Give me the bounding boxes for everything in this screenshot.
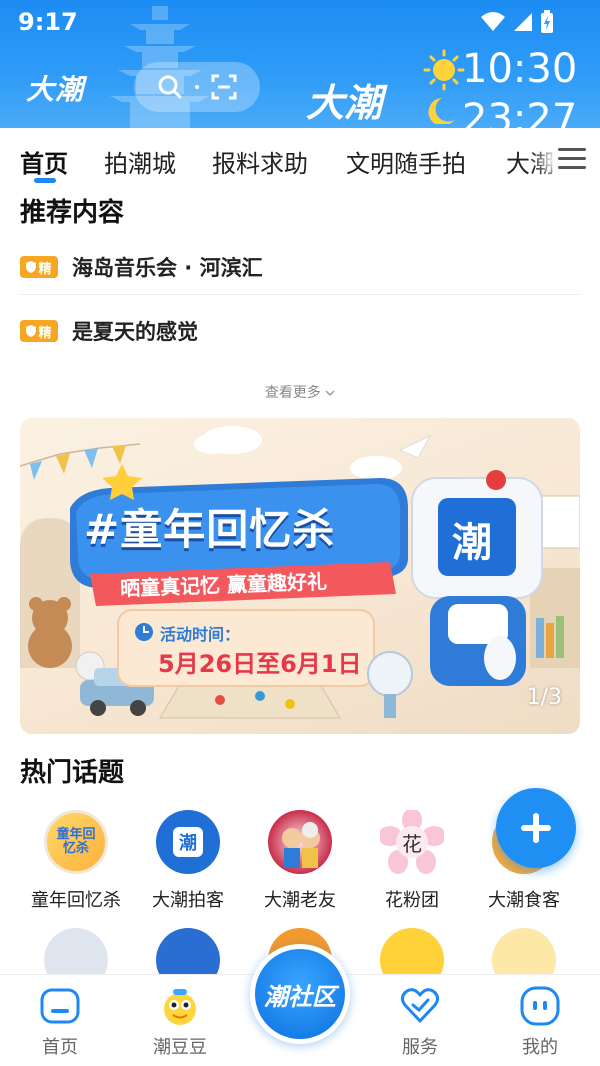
divider	[20, 294, 580, 295]
signal-icon	[514, 13, 532, 31]
nav-label: 首页	[42, 1037, 78, 1058]
dot-separator	[195, 85, 199, 89]
see-more-link[interactable]: 查看更多	[0, 382, 600, 402]
list-item[interactable]: 精 海岛音乐会 · 河滨汇	[20, 236, 580, 298]
topic-item[interactable]: 花 花粉团	[356, 810, 468, 912]
nav-label: 服务	[402, 1037, 438, 1058]
nav-label: 我的	[522, 1037, 558, 1058]
recommend-title: 推荐内容	[20, 198, 125, 228]
chevron-down-icon	[325, 390, 335, 396]
battery-icon	[541, 10, 553, 33]
topic-label: 花粉团	[385, 890, 439, 911]
old-friends-icon	[282, 822, 320, 868]
topic-avatar: 潮	[156, 810, 220, 874]
banner-time-range: 5月26日至6月1日	[158, 650, 362, 678]
mascot-icon	[159, 985, 201, 1027]
app-header: 9:17 大潮 大潮 10:30 23:27	[0, 0, 600, 128]
active-tab-indicator	[34, 178, 56, 183]
tab-home[interactable]: 首页	[20, 144, 68, 179]
shield-icon	[26, 261, 37, 273]
nav-service[interactable]: 服务	[370, 985, 470, 1059]
list-item-title: 海岛音乐会 · 河滨汇	[72, 256, 263, 280]
list-item-title: 是夏天的感觉	[72, 320, 198, 344]
search-bar[interactable]	[134, 62, 260, 112]
plus-icon	[521, 813, 551, 843]
tab-more-partial[interactable]: 大潮	[506, 144, 554, 179]
search-icon[interactable]	[157, 74, 183, 100]
banner-page-indicator: 1/3	[526, 685, 562, 710]
wifi-icon	[481, 12, 505, 31]
topic-item[interactable]: 童年回忆杀 童年回忆杀	[20, 810, 132, 912]
profile-icon	[519, 985, 561, 1027]
featured-badge: 精	[20, 320, 58, 342]
hot-topics-title: 热门话题	[20, 758, 125, 788]
banner-time-label: 活动时间：	[160, 625, 241, 644]
nav-label: 潮豆豆	[153, 1037, 207, 1058]
status-time: 9:17	[18, 8, 78, 36]
promo-banner[interactable]: #童年回忆杀 晒童真记忆 赢童趣好礼 活动时间： 5月26日至6月1日 潮 1/…	[20, 418, 580, 734]
tab-paichaocheng[interactable]: 拍潮城	[104, 144, 176, 179]
add-post-button[interactable]	[496, 788, 576, 868]
community-button[interactable]: 潮社区	[250, 944, 350, 1044]
clock-secondary: 23:27	[462, 96, 578, 128]
topic-label: 大潮拍客	[152, 890, 224, 911]
menu-icon[interactable]	[558, 148, 586, 172]
list-item[interactable]: 精 是夏天的感觉	[20, 300, 580, 362]
brand-logo[interactable]: 大潮	[26, 68, 84, 108]
topic-label: 大潮老友	[264, 890, 336, 911]
channel-tabs: 首页 拍潮城 报料求助 文明随手拍 大潮	[0, 128, 600, 188]
nav-home[interactable]: 首页	[10, 985, 110, 1059]
tab-wenming[interactable]: 文明随手拍	[346, 144, 466, 179]
scan-icon[interactable]	[211, 74, 237, 100]
topic-item[interactable]: 潮 大潮拍客	[132, 810, 244, 912]
shield-icon	[26, 325, 37, 337]
brand-wordmark: 大潮	[306, 81, 383, 125]
weather-icon	[423, 49, 465, 124]
mascot-logo-char: 潮	[452, 520, 492, 566]
topic-avatar: 童年回忆杀	[44, 810, 108, 874]
clock-time: 10:30	[462, 46, 578, 92]
tab-baoliao[interactable]: 报料求助	[212, 144, 308, 179]
nav-chaodoudou[interactable]: 潮豆豆	[130, 985, 230, 1059]
topic-item[interactable]: 大潮老友	[244, 810, 356, 912]
topic-label: 大潮食客	[488, 890, 560, 911]
topic-avatar	[268, 810, 332, 874]
topic-label: 童年回忆杀	[31, 890, 121, 911]
heart-icon	[399, 985, 441, 1027]
topic-avatar: 花	[380, 810, 444, 874]
home-icon	[39, 985, 81, 1027]
nav-mine[interactable]: 我的	[490, 985, 590, 1059]
status-icons	[480, 10, 554, 34]
banner-headline: #童年回忆杀	[84, 505, 336, 554]
status-bar: 9:17	[0, 0, 600, 44]
featured-badge: 精	[20, 256, 58, 278]
